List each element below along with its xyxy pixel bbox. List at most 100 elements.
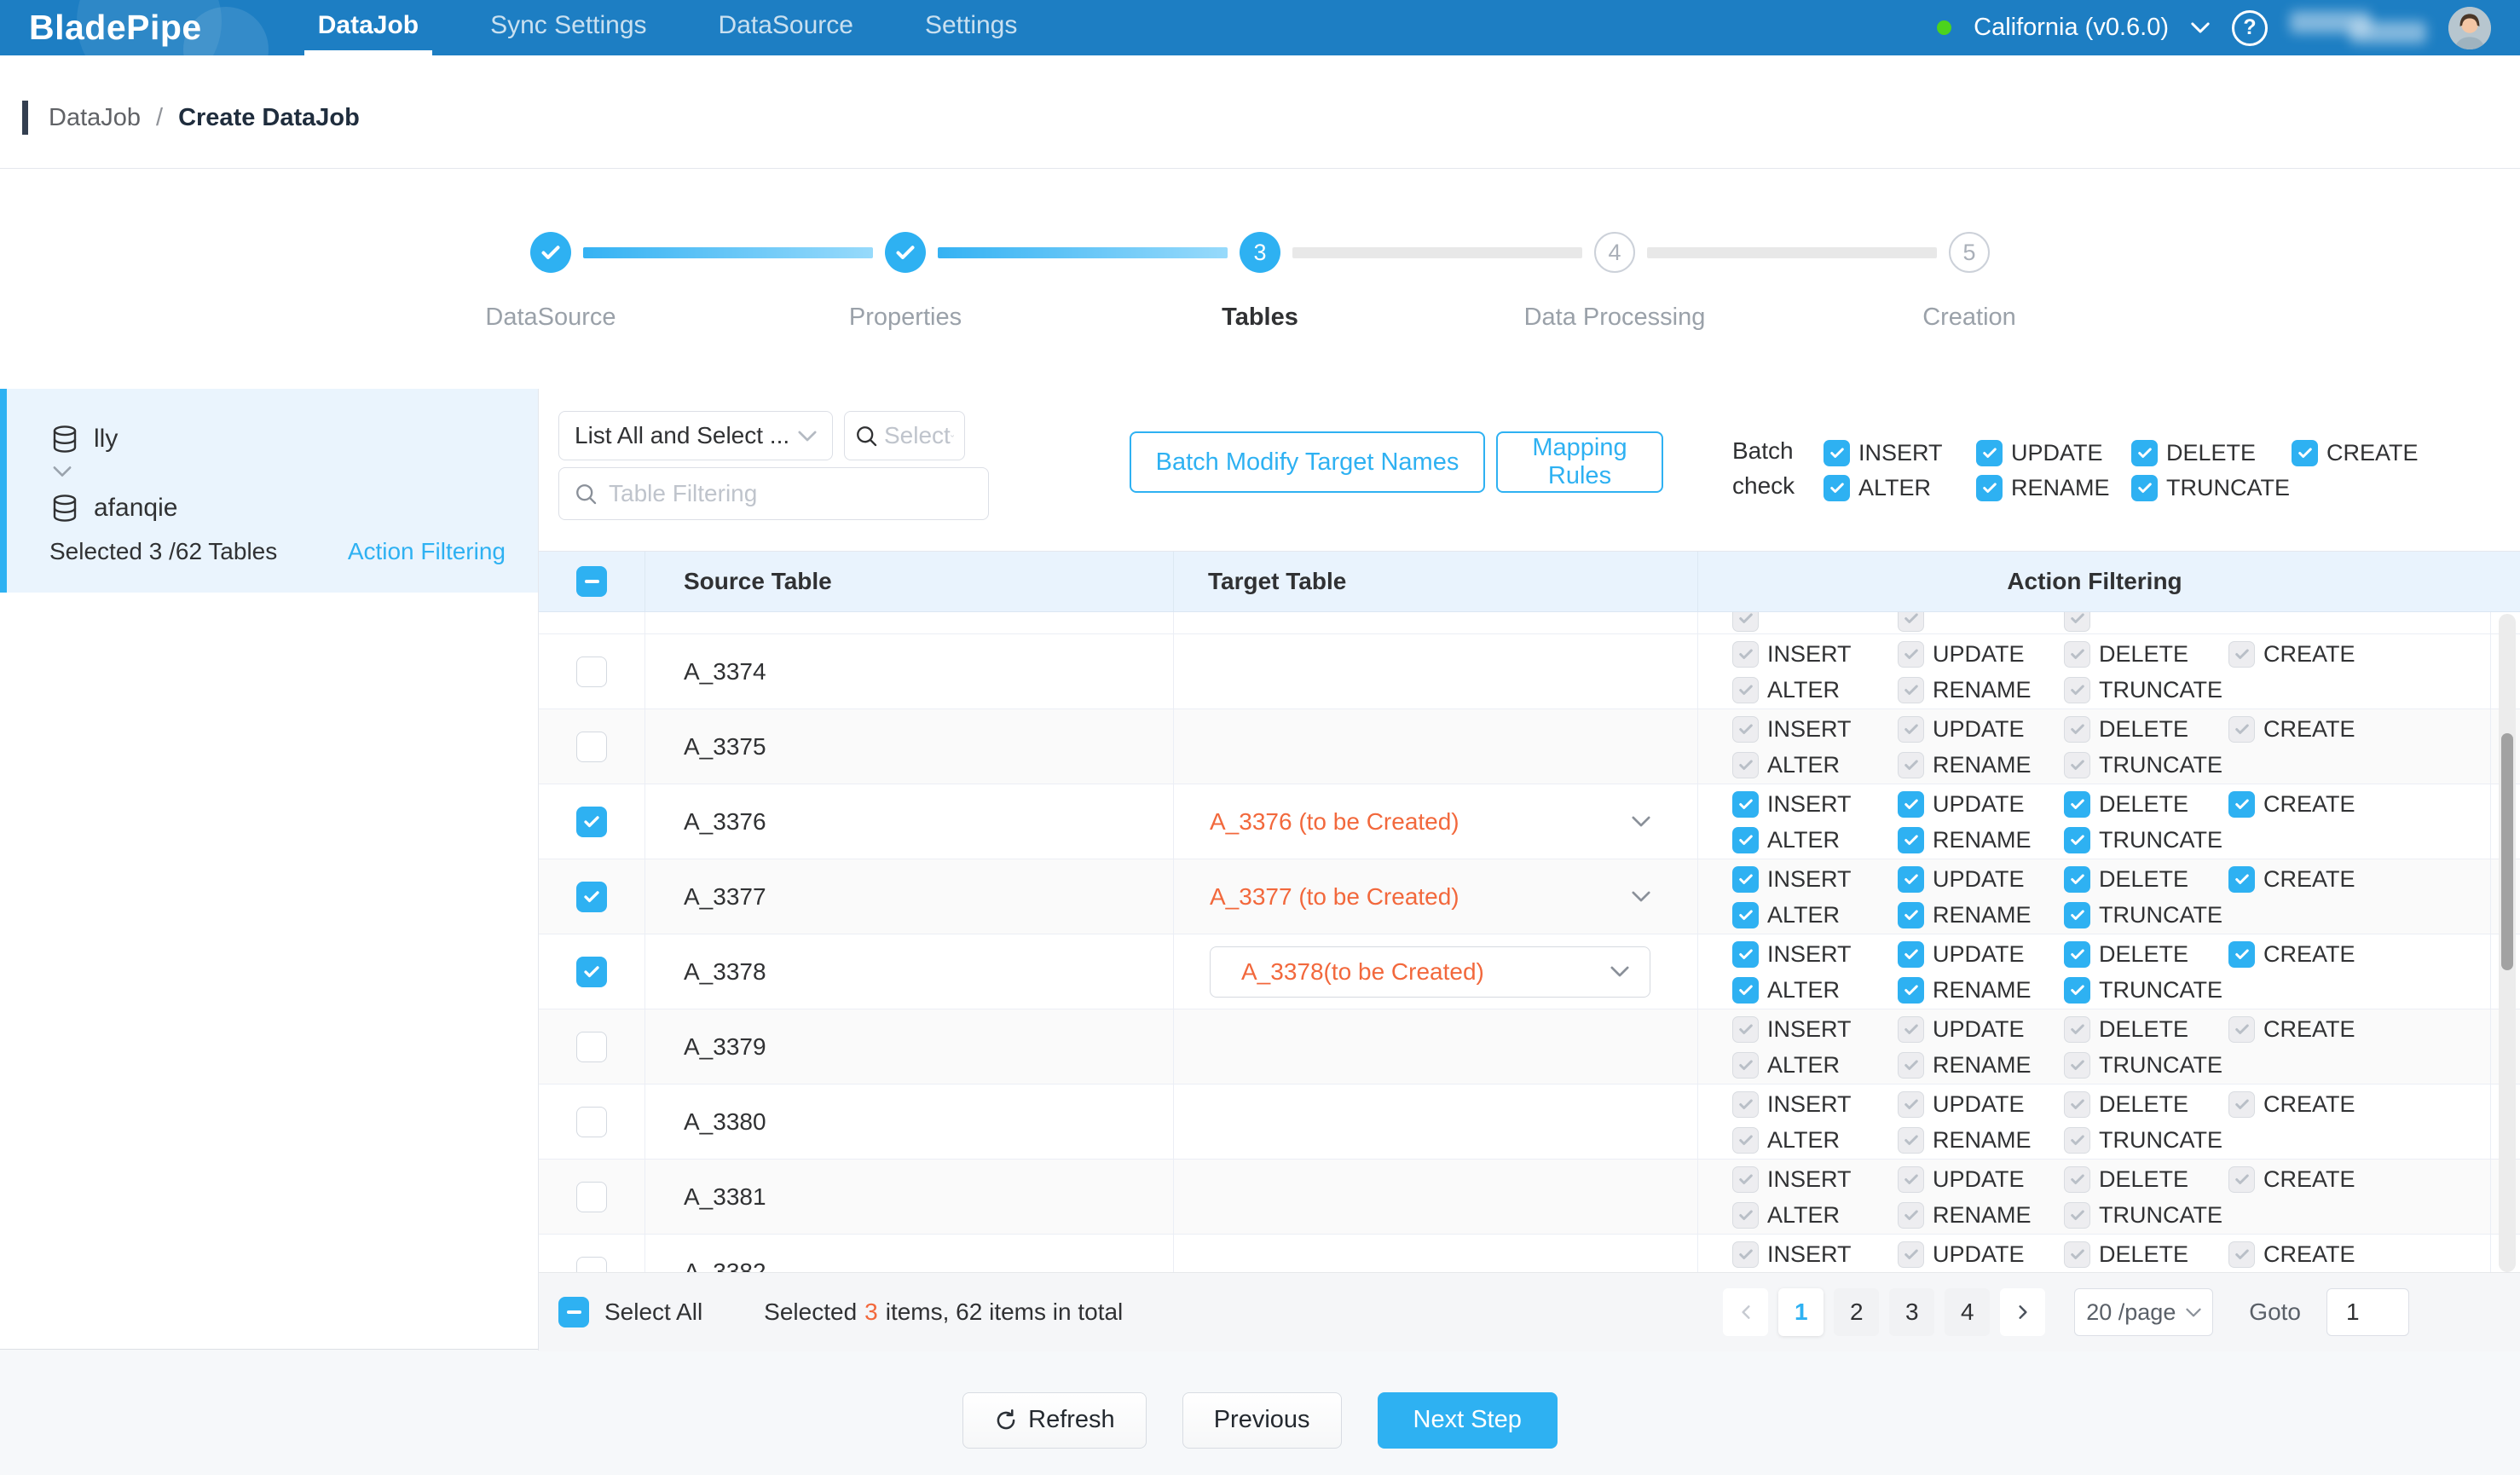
next-page-button[interactable] — [2000, 1288, 2045, 1336]
table-select-dropdown[interactable]: Select — [844, 411, 965, 460]
avatar[interactable] — [2448, 7, 2491, 49]
row-checkbox[interactable] — [576, 882, 607, 912]
action-label: INSERT — [1767, 791, 1852, 818]
checkbox-rename[interactable] — [1898, 902, 1924, 928]
checkbox-update[interactable] — [1898, 791, 1924, 818]
nav-item-sync-settings[interactable]: Sync Settings — [477, 0, 660, 55]
page-button-4[interactable]: 4 — [1945, 1288, 1990, 1336]
checkbox-rename[interactable] — [1976, 475, 2003, 501]
checkbox-insert[interactable] — [1732, 866, 1759, 893]
username-redacted[interactable] — [2290, 9, 2426, 47]
checkbox-insert[interactable] — [1732, 791, 1759, 818]
page-button-1[interactable]: 1 — [1778, 1288, 1824, 1336]
page-size-select[interactable]: 20 /page — [2074, 1288, 2213, 1336]
wizard-actions: Refresh Previous Next Step — [0, 1350, 2520, 1475]
target-table-name: A_3376 (to be Created) — [1210, 808, 1459, 836]
checkbox-rename[interactable] — [1898, 827, 1924, 853]
checkbox-alter[interactable] — [1732, 902, 1759, 928]
row-checkbox[interactable] — [576, 1107, 607, 1137]
action-label: UPDATE — [1933, 1091, 2025, 1118]
target-table-select[interactable]: A_3376 (to be Created) — [1210, 808, 1650, 836]
checkbox-insert[interactable] — [1732, 941, 1759, 968]
target-table-select[interactable]: A_3378(to be Created) — [1210, 946, 1650, 998]
checkbox-insert — [1732, 641, 1759, 668]
action-label: UPDATE — [1933, 866, 2025, 893]
row-checkbox[interactable] — [576, 957, 607, 987]
scrollbar-thumb[interactable] — [2501, 733, 2513, 970]
checkbox-create[interactable] — [2228, 866, 2255, 893]
breadcrumb-parent[interactable]: DataJob — [49, 104, 141, 132]
checkbox-create[interactable] — [2228, 941, 2255, 968]
previous-button[interactable]: Previous — [1182, 1392, 1342, 1449]
datasource-pair-card[interactable]: lly afanqie Selected 3 /62 Tables Action… — [0, 389, 538, 593]
page-button-2[interactable]: 2 — [1834, 1288, 1879, 1336]
checkbox-alter[interactable] — [1732, 827, 1759, 853]
batch-modify-target-names-button[interactable]: Batch Modify Target Names — [1130, 431, 1485, 493]
checkbox-alter[interactable] — [1732, 977, 1759, 1004]
chevron-down-icon[interactable] — [2191, 22, 2210, 33]
column-header-action-filtering: Action Filtering — [1698, 552, 2491, 611]
checkbox-truncate[interactable] — [2064, 827, 2090, 853]
checkbox-update[interactable] — [1898, 866, 1924, 893]
action-filtering-link[interactable]: Action Filtering — [348, 538, 506, 565]
checkbox-delete[interactable] — [2064, 941, 2090, 968]
action-option-create: CREATE — [2292, 440, 2419, 466]
row-checkbox[interactable] — [576, 732, 607, 762]
next-step-button[interactable]: Next Step — [1378, 1392, 1558, 1449]
checkbox-rename[interactable] — [1898, 977, 1924, 1004]
row-checkbox[interactable] — [576, 1257, 607, 1273]
row-checkbox[interactable] — [576, 807, 607, 837]
row-checkbox[interactable] — [576, 1032, 607, 1062]
list-mode-value: List All and Select ... — [575, 422, 789, 449]
table-row-a_3380: A_3380 INSERTUPDATEDELETECREATE ALTERREN… — [539, 1085, 2520, 1160]
row-checkbox[interactable] — [576, 1182, 607, 1212]
action-label: CREATE — [2263, 866, 2355, 893]
target-table-select[interactable]: A_3377 (to be Created) — [1210, 883, 1650, 911]
checkbox-update[interactable] — [1976, 440, 2003, 466]
nav-item-settings[interactable]: Settings — [911, 0, 1031, 55]
select-all-header-checkbox[interactable] — [576, 566, 607, 597]
nav-item-datajob[interactable]: DataJob — [304, 0, 432, 55]
nav-item-datasource[interactable]: DataSource — [705, 0, 867, 55]
table-row-a_3375: A_3375 INSERTUPDATEDELETECREATE ALTERREN… — [539, 709, 2520, 784]
action-option-rename: RENAME — [1976, 475, 2131, 501]
checkbox-create — [2228, 1091, 2255, 1118]
select-all-checkbox[interactable] — [558, 1297, 589, 1328]
source-table-name: A_3379 — [645, 1009, 1174, 1084]
previous-page-button[interactable] — [1723, 1288, 1768, 1336]
list-mode-select[interactable]: List All and Select ... — [558, 411, 833, 460]
refresh-button[interactable]: Refresh — [962, 1392, 1147, 1449]
source-table-name: A_3381 — [645, 1160, 1174, 1234]
checkbox-update[interactable] — [1898, 941, 1924, 968]
mapping-rules-button[interactable]: Mapping Rules — [1496, 431, 1663, 493]
checkbox-create[interactable] — [2228, 791, 2255, 818]
row-checkbox[interactable] — [576, 657, 607, 687]
cluster-selector-label[interactable]: California (v0.6.0) — [1974, 14, 2169, 42]
app-logo[interactable]: BladePipe — [29, 8, 202, 48]
top-nav: BladePipe DataJob Sync Settings DataSour… — [0, 0, 2520, 55]
action-label: CREATE — [2263, 641, 2355, 668]
source-table-name: A_3378 — [645, 934, 1174, 1009]
checkbox-truncate[interactable] — [2064, 977, 2090, 1004]
checkbox-create[interactable] — [2292, 440, 2318, 466]
action-label: ALTER — [1767, 1052, 1840, 1079]
vertical-scrollbar[interactable] — [2499, 614, 2516, 1272]
checkbox-delete[interactable] — [2131, 440, 2158, 466]
checkbox-insert[interactable] — [1824, 440, 1850, 466]
page-button-3[interactable]: 3 — [1889, 1288, 1934, 1336]
help-icon[interactable]: ? — [2232, 10, 2268, 46]
help-glyph: ? — [2243, 15, 2256, 40]
action-label: INSERT — [1767, 1166, 1852, 1193]
checkbox-delete[interactable] — [2064, 866, 2090, 893]
column-header-target-table: Target Table — [1174, 552, 1698, 611]
action-label: INSERT — [1767, 941, 1852, 968]
action-label: RENAME — [1933, 1127, 2032, 1154]
checkbox-truncate[interactable] — [2131, 475, 2158, 501]
action-option-insert: INSERT — [1732, 641, 1898, 668]
table-filter-input[interactable] — [609, 480, 973, 507]
checkbox-alter[interactable] — [1824, 475, 1850, 501]
goto-page-input[interactable] — [2326, 1288, 2409, 1336]
checkbox-delete — [2064, 641, 2090, 668]
checkbox-delete[interactable] — [2064, 791, 2090, 818]
checkbox-truncate[interactable] — [2064, 902, 2090, 928]
